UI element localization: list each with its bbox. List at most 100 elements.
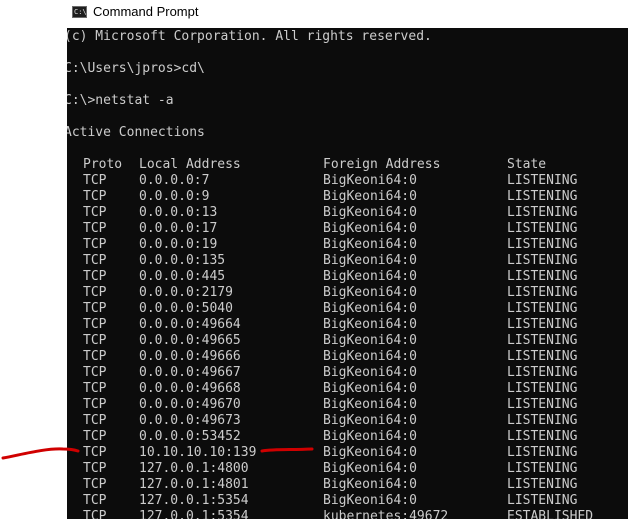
cell-local-address: 10.10.10.10:139 — [139, 445, 257, 460]
table-row: TCP 127.0.0.1:4801 BigKeoni64:0 LISTENING — [67, 477, 628, 493]
table-row: TCP 127.0.0.1:4800 BigKeoni64:0 LISTENING — [67, 461, 628, 477]
cell-local-address: 127.0.0.1:4801 — [139, 477, 249, 492]
cell-proto: TCP — [83, 413, 107, 428]
cell-proto: TCP — [83, 429, 107, 444]
table-row: TCP 0.0.0.0:53452 BigKeoni64:0 LISTENING — [67, 429, 628, 445]
cell-foreign-address: BigKeoni64:0 — [323, 381, 417, 396]
table-row: TCP 0.0.0.0:135 BigKeoni64:0 LISTENING — [67, 253, 628, 269]
copyright-line: (c) Microsoft Corporation. All rights re… — [67, 29, 432, 44]
cell-proto: TCP — [83, 173, 107, 188]
cell-foreign-address: BigKeoni64:0 — [323, 477, 417, 492]
table-row: TCP 0.0.0.0:49667 BigKeoni64:0 LISTENING — [67, 365, 628, 381]
cell-foreign-address: BigKeoni64:0 — [323, 333, 417, 348]
cell-local-address: 127.0.0.1:5354 — [139, 509, 249, 519]
table-row: TCP 10.10.10.10:139 BigKeoni64:0 LISTENING — [67, 445, 628, 461]
table-header: Proto Local Address Foreign Address Stat… — [67, 157, 628, 173]
cell-local-address: 0.0.0.0:5040 — [139, 301, 233, 316]
cell-foreign-address: BigKeoni64:0 — [323, 253, 417, 268]
header-proto: Proto — [83, 157, 123, 172]
table-row: TCP 0.0.0.0:49673 BigKeoni64:0 LISTENING — [67, 413, 628, 429]
cell-local-address: 0.0.0.0:49664 — [139, 317, 241, 332]
header-local-address: Local Address — [139, 157, 241, 172]
cell-state: LISTENING — [507, 477, 578, 492]
cell-proto: TCP — [83, 221, 107, 236]
cell-local-address: 0.0.0.0:135 — [139, 253, 226, 268]
cell-state: LISTENING — [507, 173, 578, 188]
cell-state: LISTENING — [507, 237, 578, 252]
cell-local-address: 0.0.0.0:445 — [139, 269, 226, 284]
table-row: TCP 0.0.0.0:7 BigKeoni64:0 LISTENING — [67, 173, 628, 189]
cell-foreign-address: BigKeoni64:0 — [323, 221, 417, 236]
cell-state: LISTENING — [507, 413, 578, 428]
cell-proto: TCP — [83, 493, 107, 508]
cell-proto: TCP — [83, 381, 107, 396]
cell-proto: TCP — [83, 237, 107, 252]
cell-foreign-address: BigKeoni64:0 — [323, 301, 417, 316]
cell-proto: TCP — [83, 477, 107, 492]
table-row: TCP 0.0.0.0:49668 BigKeoni64:0 LISTENING — [67, 381, 628, 397]
cell-proto: TCP — [83, 285, 107, 300]
cell-state: LISTENING — [507, 429, 578, 444]
cell-state: LISTENING — [507, 317, 578, 332]
cell-foreign-address: BigKeoni64:0 — [323, 205, 417, 220]
command-line-cd: C:\Users\jpros>cd\ — [67, 61, 205, 76]
table-row: TCP 0.0.0.0:445 BigKeoni64:0 LISTENING — [67, 269, 628, 285]
table-row: TCP 0.0.0.0:49666 BigKeoni64:0 LISTENING — [67, 349, 628, 365]
table-row: TCP 0.0.0.0:5040 BigKeoni64:0 LISTENING — [67, 301, 628, 317]
cell-proto: TCP — [83, 269, 107, 284]
cell-state: LISTENING — [507, 349, 578, 364]
cell-foreign-address: BigKeoni64:0 — [323, 349, 417, 364]
cell-proto: TCP — [83, 205, 107, 220]
cell-local-address: 0.0.0.0:49666 — [139, 349, 241, 364]
cell-foreign-address: BigKeoni64:0 — [323, 317, 417, 332]
table-row: TCP 127.0.0.1:5354 kubernetes:49672 ESTABLI… — [67, 509, 628, 519]
cell-local-address: 127.0.0.1:5354 — [139, 493, 249, 508]
header-foreign-address: Foreign Address — [323, 157, 441, 172]
cell-local-address: 127.0.0.1:4800 — [139, 461, 249, 476]
cell-proto: TCP — [83, 317, 107, 332]
table-row: TCP 0.0.0.0:49664 BigKeoni64:0 LISTENING — [67, 317, 628, 333]
cell-state: LISTENING — [507, 205, 578, 220]
window-title: Command Prompt — [93, 4, 199, 19]
cell-foreign-address: BigKeoni64:0 — [323, 493, 417, 508]
header-state: State — [507, 157, 547, 172]
cell-local-address: 0.0.0.0:49668 — [139, 381, 241, 396]
table-row: TCP 0.0.0.0:17 BigKeoni64:0 LISTENING — [67, 221, 628, 237]
table-row: TCP 0.0.0.0:9 BigKeoni64:0 LISTENING — [67, 189, 628, 205]
cell-foreign-address: BigKeoni64:0 — [323, 285, 417, 300]
cell-local-address: 0.0.0.0:9 — [139, 189, 210, 204]
cell-local-address: 0.0.0.0:7 — [139, 173, 210, 188]
cell-state: LISTENING — [507, 253, 578, 268]
cell-foreign-address: BigKeoni64:0 — [323, 413, 417, 428]
cell-foreign-address: BigKeoni64:0 — [323, 461, 417, 476]
cell-local-address: 0.0.0.0:19 — [139, 237, 218, 252]
section-heading: Active Connections — [67, 125, 205, 140]
cell-foreign-address: BigKeoni64:0 — [323, 365, 417, 380]
cell-local-address: 0.0.0.0:13 — [139, 205, 218, 220]
cell-proto: TCP — [83, 397, 107, 412]
table-row: TCP 0.0.0.0:2179 BigKeoni64:0 LISTENING — [67, 285, 628, 301]
cell-local-address: 0.0.0.0:53452 — [139, 429, 241, 444]
cell-proto: TCP — [83, 365, 107, 380]
cell-local-address: 0.0.0.0:49673 — [139, 413, 241, 428]
title-bar: C:\ Command Prompt — [0, 0, 628, 28]
cell-local-address: 0.0.0.0:2179 — [139, 285, 233, 300]
cell-proto: TCP — [83, 189, 107, 204]
cell-local-address: 0.0.0.0:49667 — [139, 365, 241, 380]
cell-state: LISTENING — [507, 461, 578, 476]
cell-proto: TCP — [83, 349, 107, 364]
command-line-netstat: C:\>netstat -a — [67, 93, 174, 108]
cell-proto: TCP — [83, 301, 107, 316]
table-row: TCP 0.0.0.0:49670 BigKeoni64:0 LISTENING — [67, 397, 628, 413]
table-row: TCP 0.0.0.0:19 BigKeoni64:0 LISTENING — [67, 237, 628, 253]
cell-foreign-address: BigKeoni64:0 — [323, 397, 417, 412]
console-output[interactable]: (c) Microsoft Corporation. All rights re… — [67, 28, 628, 519]
console-icon: C:\ — [72, 6, 87, 18]
cell-local-address: 0.0.0.0:17 — [139, 221, 218, 236]
cell-foreign-address: BigKeoni64:0 — [323, 269, 417, 284]
table-row: TCP 0.0.0.0:13 BigKeoni64:0 LISTENING — [67, 205, 628, 221]
cell-foreign-address: BigKeoni64:0 — [323, 445, 417, 460]
cell-foreign-address: BigKeoni64:0 — [323, 429, 417, 444]
cell-state: LISTENING — [507, 333, 578, 348]
cell-foreign-address: BigKeoni64:0 — [323, 189, 417, 204]
